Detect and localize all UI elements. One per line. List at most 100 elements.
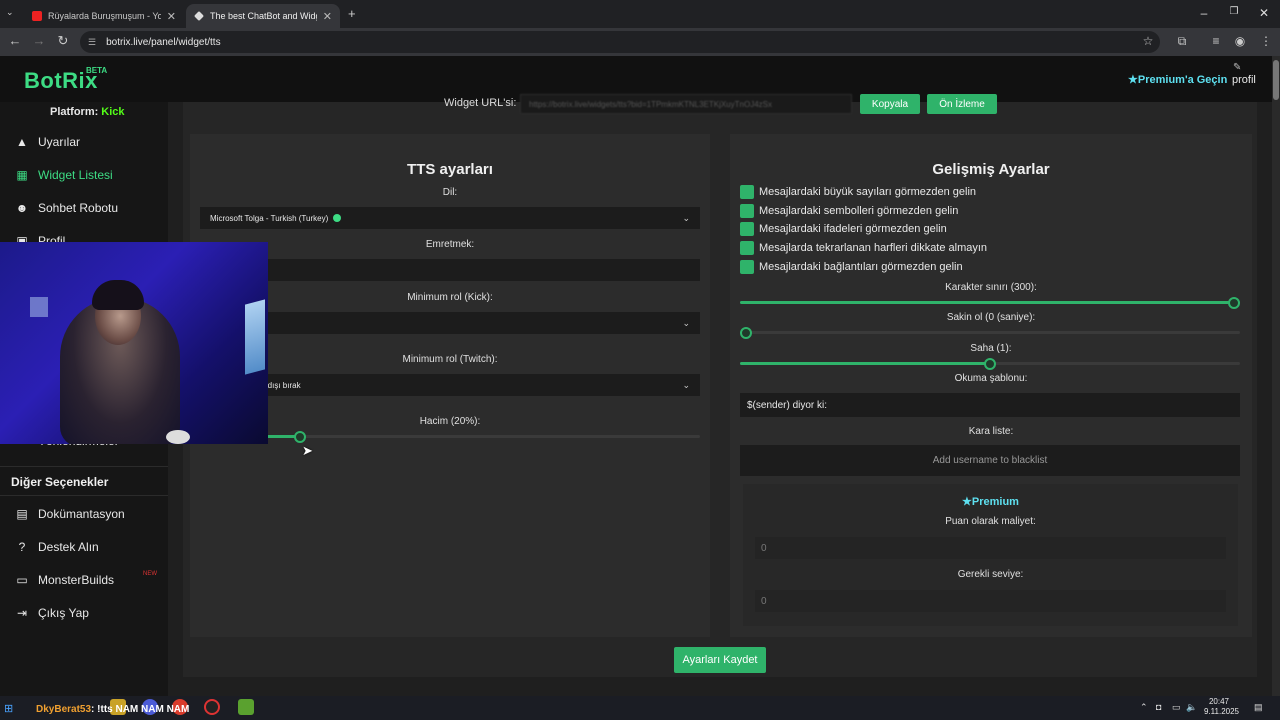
new-badge: NEW [143,571,157,577]
command-input[interactable] [200,259,700,281]
grid-icon: ▦ [16,168,28,182]
site-info-icon[interactable]: ☰ [88,37,96,48]
menu-dots-icon[interactable]: ⋮ [1258,34,1274,48]
windows-start-icon[interactable]: ⊞ [4,702,13,715]
ignore-large-numbers-checkbox[interactable] [740,185,754,199]
sidebar-item-support[interactable]: ? Destek Alın [14,537,99,557]
sidebar-item-label: Sohbet Robotu [38,201,119,215]
sidebar-item-chatbot[interactable]: ☻ Sohbet Robotu [14,198,118,218]
webcam-hair [92,280,144,310]
ignore-links-checkbox[interactable] [740,260,754,274]
close-icon[interactable]: ✕ [323,10,332,23]
slider-handle[interactable] [1228,297,1240,309]
page-scrollbar[interactable] [1272,56,1280,696]
tab-botrix[interactable]: The best ChatBot and Widgets ✕ [186,4,340,28]
volume-slider[interactable] [200,430,700,444]
back-icon[interactable]: ← [6,33,24,48]
volume-icon[interactable]: 🔈 [1186,702,1197,713]
divider [0,495,168,496]
slider-handle[interactable] [984,358,996,370]
advanced-title: Gelişmiş Ayarlar [932,161,1050,178]
logout-icon: ⇥ [16,606,28,620]
app-icon[interactable] [238,699,254,715]
slider-fill [740,301,1240,304]
chevron-down-icon: ⌄ [682,212,690,223]
checkbox-label: Mesajlardaki sembolleri görmezden gelin [759,205,959,217]
widget-url-field[interactable]: https://botrix.live/widgets/tts?bid=1TPm… [520,94,852,114]
close-window-icon[interactable]: ✕ [1256,6,1272,20]
obs-app-icon[interactable] [204,699,220,715]
min-role-kick-select[interactable]: ⌄ [200,312,700,334]
slider-fill [740,362,990,365]
slider-handle[interactable] [294,431,306,443]
mouse-cursor-icon: ➤ [302,443,313,458]
level-input[interactable]: 0 [755,590,1226,612]
youtube-icon [32,11,42,21]
taskbar-clock[interactable]: 20:47 9.11.2025 [1204,697,1239,717]
new-tab-button[interactable]: + [348,6,356,21]
copy-button[interactable]: Kopyala [860,94,920,114]
cooldown-label: Sakin ol (0 (saniye): [946,312,1036,323]
tray-chevron-icon[interactable]: ⌃ [1140,702,1148,713]
slider-handle[interactable] [740,327,752,339]
scrollbar-thumb[interactable] [1273,60,1279,100]
template-input[interactable]: $(sender) diyor ki: [740,393,1240,417]
forward-icon[interactable]: → [30,33,48,48]
pen-icon: ✎ [1233,62,1242,73]
min-role-twitch-label: Minimum rol (Twitch): [402,354,498,365]
account-icon[interactable]: ◉ [1232,34,1248,48]
bookmark-star-icon[interactable]: ☆ [1140,34,1156,48]
char-limit-slider[interactable] [740,296,1240,310]
robot-icon: ☻ [15,201,29,215]
profile-link[interactable]: profil [1232,74,1256,86]
widget-url-label: Widget URL'si: [444,97,517,109]
extensions-icon[interactable]: ⧉ [1174,34,1190,49]
save-settings-button[interactable]: Ayarları Kaydet [674,647,766,673]
tray-app-icon[interactable]: ◘ [1156,702,1161,712]
divider [0,466,168,467]
reload-icon[interactable]: ↻ [54,33,72,49]
chat-message-overlay: DkyBerat53: !tts NAM NAM NAM [36,704,189,715]
tab-search-icon[interactable]: ⌄ [6,7,14,18]
sidebar-item-docs[interactable]: ▤ Dokümantasyon [14,504,125,524]
language-select[interactable]: Microsoft Tolga - Turkish (Turkey) ⌄ [200,207,700,229]
ignore-symbols-checkbox[interactable] [740,204,754,218]
sidebar-item-widgets[interactable]: ▦ Widget Listesi [14,165,113,185]
checkbox-label: Mesajlardaki büyük sayıları görmezden ge… [759,186,977,198]
preview-button[interactable]: Ön İzleme [927,94,997,114]
ignore-repeated-letters-checkbox[interactable] [740,241,754,255]
cooldown-slider[interactable] [740,326,1240,340]
sidebar-item-alerts[interactable]: ▲ Uyarılar [14,132,80,152]
platform-indicator[interactable]: Platform: Kick [50,106,125,118]
sidebar-item-logout[interactable]: ⇥ Çıkış Yap [14,603,89,623]
tab-youtube[interactable]: Rüyalarda Buruşmuşum - YouTube ✕ [24,4,184,28]
volume-label: Hacim (20%): [419,416,481,427]
cost-label: Puan olarak maliyet: [945,516,1036,527]
blacklist-label: Kara liste: [968,426,1014,437]
star-icon: ★ [1128,74,1138,86]
pitch-slider[interactable] [740,357,1240,371]
minimize-icon[interactable]: – [1196,6,1212,20]
premium-title-label: Premium [971,496,1019,508]
sidebar-item-monsterbuilds[interactable]: ▭ MonsterBuilds [14,570,114,590]
cost-input[interactable]: 0 [755,537,1226,559]
ignore-emotes-checkbox[interactable] [740,222,754,236]
network-icon[interactable]: ▭ [1172,702,1181,713]
chevron-down-icon: ⌄ [682,317,690,328]
tab-label: The best ChatBot and Widgets [210,11,317,21]
media-control-icon[interactable]: ≡ [1208,34,1224,48]
min-role-twitch-select[interactable]: e dışı bırak ⌄ [200,374,700,396]
address-bar[interactable]: ☰ botrix.live/panel/widget/tts [80,31,1160,53]
blacklist-input[interactable]: Add username to blacklist [740,445,1240,476]
sidebar-item-label: Dokümantasyon [38,507,125,521]
laptop-icon: ▭ [16,573,28,587]
min-role-kick-label: Minimum rol (Kick): [407,292,493,303]
close-icon[interactable]: ✕ [167,10,176,23]
botrix-favicon-icon [194,11,204,21]
restore-icon[interactable]: ❐ [1226,6,1242,17]
sidebar-item-label: Widget Listesi [38,168,113,182]
checkbox-label: Mesajlardaki ifadeleri görmezden gelin [759,223,947,235]
notification-icon[interactable]: ▤ [1254,702,1263,713]
chat-text: : !tts NAM NAM NAM [91,704,190,715]
premium-link[interactable]: ★Premium'a Geçin [1128,73,1227,86]
